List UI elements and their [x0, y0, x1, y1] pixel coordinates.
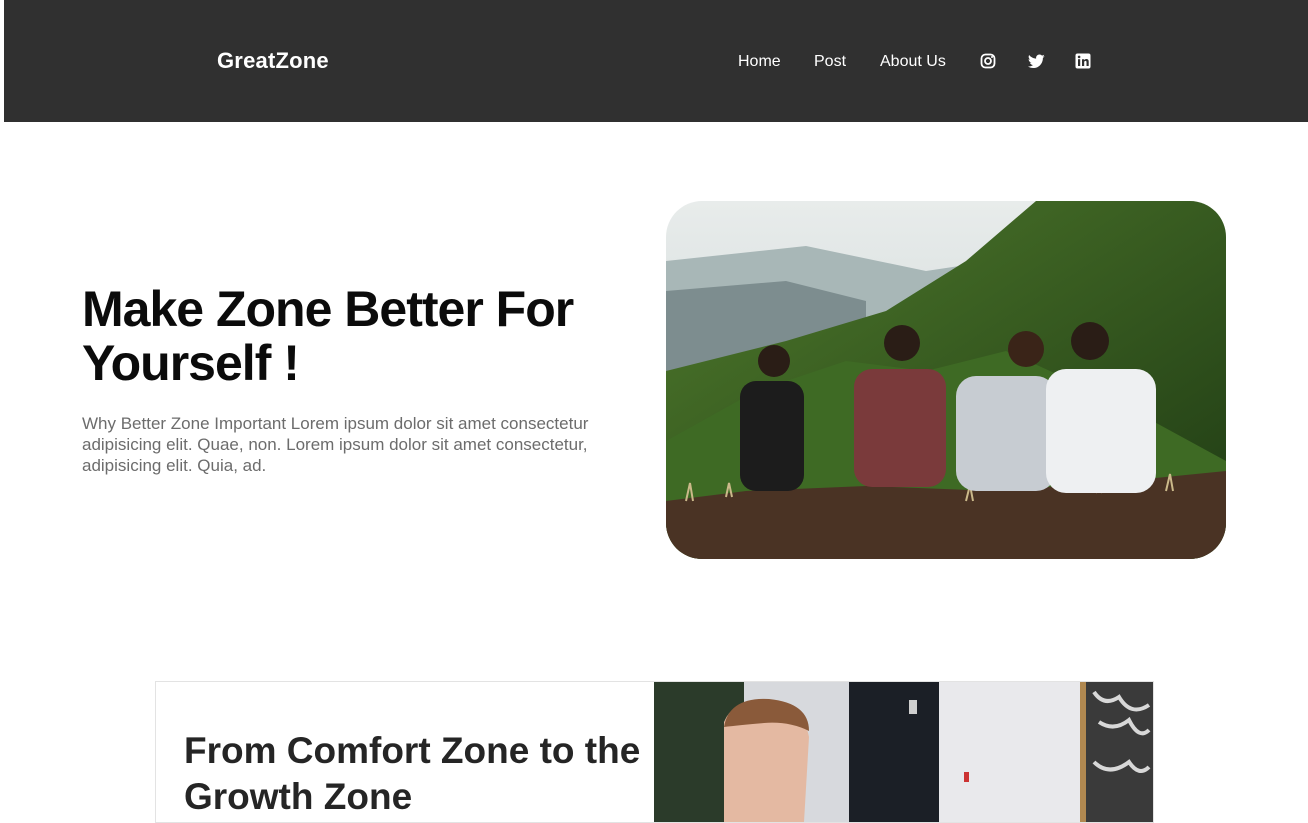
- linkedin-icon[interactable]: [1074, 52, 1092, 70]
- nav-link-post[interactable]: Post: [814, 53, 846, 71]
- feature-card: From Comfort Zone to the Growth Zone: [155, 681, 1154, 823]
- feature-title: From Comfort Zone to the Growth Zone: [184, 730, 641, 817]
- hero-title: Make Zone Better For Yourself !: [82, 281, 574, 391]
- navbar: GreatZone Home Post About Us: [4, 0, 1308, 122]
- feature-image: [654, 682, 1153, 822]
- twitter-icon[interactable]: [1027, 52, 1045, 70]
- nav-link-home[interactable]: Home: [738, 53, 781, 71]
- hero-image: [666, 201, 1226, 559]
- hero-description: Why Better Zone Important Lorem ipsum do…: [82, 414, 589, 475]
- nav-link-about-us[interactable]: About Us: [880, 53, 946, 71]
- instagram-icon[interactable]: [979, 52, 997, 70]
- brand-logo[interactable]: GreatZone: [217, 48, 329, 74]
